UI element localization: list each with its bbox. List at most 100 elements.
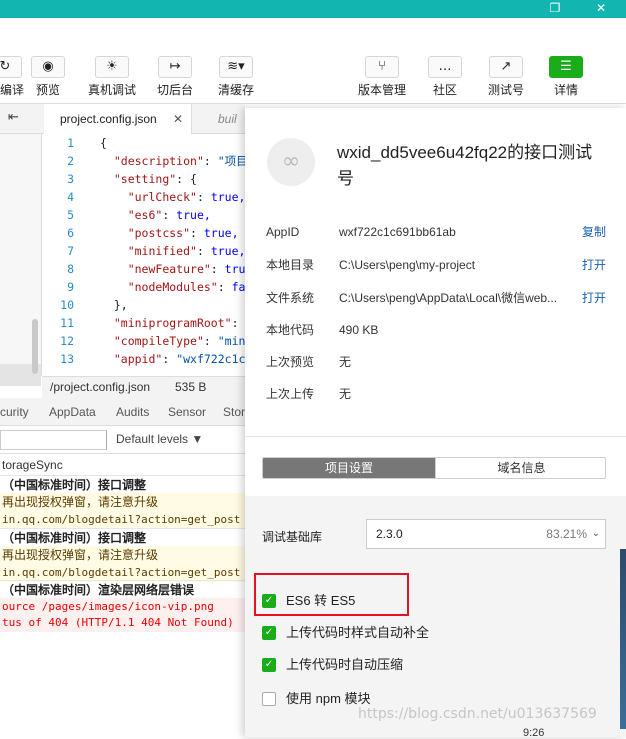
- tab-build[interactable]: buil: [218, 104, 237, 134]
- copy-appid-link[interactable]: 复制: [582, 222, 606, 242]
- tab-security[interactable]: curity: [0, 398, 29, 426]
- tab-domain-info[interactable]: 域名信息: [435, 458, 605, 478]
- panel-scrollbar[interactable]: [620, 549, 626, 729]
- info-key: 文件系统: [266, 291, 315, 305]
- watermark: https://blog.csdn.net/u013637569: [358, 706, 597, 722]
- close-button[interactable]: ✕: [587, 0, 615, 18]
- background-label: 切后台: [156, 83, 193, 97]
- code-editor[interactable]: 1{ 2 "description": "项目配置文件" 3 "setting"…: [42, 134, 245, 376]
- info-value: C:\Users\peng\my-project: [339, 258, 476, 272]
- punct: :: [203, 334, 218, 348]
- restore-button[interactable]: ❐: [541, 0, 569, 18]
- line-number: 5: [67, 208, 74, 222]
- base-library-label: 调试基础库: [262, 530, 323, 544]
- checkbox-checked-icon: ✓: [262, 658, 276, 672]
- info-key: 本地代码: [266, 323, 315, 337]
- console-line: torageSync: [2, 458, 63, 472]
- base-library-select[interactable]: 2.3.0 83.21% ⌄: [366, 519, 606, 549]
- code-line: 7 "minified": true,: [42, 242, 245, 260]
- external-link-icon: ↗: [489, 56, 523, 78]
- json-key: "description": [113, 154, 204, 168]
- tab-audits[interactable]: Audits: [116, 398, 149, 426]
- console-output: torageSync （中国标准时间）接口调整 再出现授权弹窗，请注意升级 in…: [0, 454, 245, 737]
- file-tree-scrollbar[interactable]: [32, 319, 38, 374]
- close-tab-icon[interactable]: ✕: [173, 104, 183, 134]
- details-button[interactable]: ☰ 详情: [541, 56, 591, 98]
- console-line: （中国标准时间）接口调整: [0, 475, 245, 493]
- tab-project-settings[interactable]: 项目设置: [263, 458, 435, 478]
- json-bool: true: [224, 262, 245, 276]
- base-library-percent: 83.21%: [546, 527, 587, 541]
- base-library-version: 2.3.0: [376, 527, 403, 541]
- menu-icon: ☰: [549, 56, 583, 78]
- info-value: 490 KB: [339, 323, 379, 337]
- clear-cache-label: 清缓存: [217, 83, 254, 97]
- taskbar-clock: 9:26: [523, 727, 545, 739]
- background-button[interactable]: ↦ 切后台: [150, 56, 200, 98]
- status-file-size: 535 B: [175, 380, 207, 394]
- tab-appdata[interactable]: AppData: [49, 398, 96, 426]
- console-filter-input[interactable]: [0, 430, 107, 450]
- line-number: 4: [67, 190, 74, 204]
- log-levels-dropdown[interactable]: Default levels ▼: [116, 432, 203, 446]
- arrow-to-line-icon: ↦: [158, 56, 192, 78]
- community-button[interactable]: … 社区: [420, 56, 470, 98]
- preview-button[interactable]: ◉ 预览: [23, 56, 73, 98]
- info-value: C:\Users\peng\AppData\Local\微信web...: [339, 291, 558, 305]
- punct: },: [113, 298, 128, 312]
- account-name: wxid_dd5vee6u42fq22的接口测试号: [337, 143, 593, 188]
- layers-icon: ≋▾: [219, 56, 253, 78]
- code-line: 9 "nodeModules": false: [42, 278, 245, 296]
- punct: :: [162, 352, 177, 366]
- chat-icon: …: [428, 56, 462, 78]
- code-line: 4 "urlCheck": true,: [42, 188, 245, 206]
- json-bool: true,: [210, 244, 245, 258]
- console-line: 再出现授权弹窗，请注意升级: [0, 546, 245, 564]
- console-line[interactable]: in.qq.com/blogdetail?action=get_post: [0, 511, 245, 529]
- title-bar: ❐ ✕: [0, 0, 626, 18]
- version-button[interactable]: ⑂ 版本管理: [357, 56, 407, 98]
- line-number: 9: [67, 280, 74, 294]
- device-debug-button[interactable]: ☀ 真机调试: [87, 56, 137, 98]
- punct: :: [190, 226, 204, 240]
- open-local-dir-link[interactable]: 打开: [582, 255, 606, 275]
- info-row-last-preview: 上次预览 无: [266, 352, 606, 372]
- json-bool: true,: [203, 226, 239, 240]
- eye-icon: ◉: [31, 56, 65, 78]
- clear-cache-button[interactable]: ≋▾ 清缓存: [211, 56, 261, 98]
- test-account-button[interactable]: ↗ 测试号: [481, 56, 531, 98]
- info-row-appid: AppID wxf722c1c691bb61ab 复制: [266, 222, 606, 242]
- info-row-code-size: 本地代码 490 KB: [266, 320, 606, 340]
- test-account-label: 测试号: [487, 83, 524, 97]
- close-icon: ✕: [595, 1, 607, 15]
- json-key: "minified": [127, 244, 197, 258]
- status-file-path: /project.config.json: [50, 380, 151, 394]
- code-line: 3 "setting": {: [42, 170, 245, 188]
- community-label: 社区: [432, 83, 457, 97]
- version-label: 版本管理: [357, 83, 406, 97]
- tab-project-config[interactable]: project.config.json ✕: [44, 104, 192, 134]
- bug-icon: ☀: [95, 56, 129, 78]
- code-line: 2 "description": "项目配置文件": [42, 152, 245, 170]
- info-key: 本地目录: [266, 258, 315, 272]
- json-string: "miniprogram": [217, 334, 245, 348]
- chevron-down-icon: ⌄: [591, 528, 600, 539]
- console-line: 再出现授权弹窗，请注意升级: [0, 493, 245, 511]
- line-number: 6: [67, 226, 74, 240]
- collapse-sidebar-icon[interactable]: ⇤: [8, 110, 19, 125]
- open-filesystem-link[interactable]: 打开: [582, 288, 606, 308]
- tab-label: buil: [218, 112, 237, 126]
- tab-storage[interactable]: Stor: [223, 398, 245, 426]
- info-row-local-dir: 本地目录 C:\Users\peng\my-project 打开: [266, 255, 606, 275]
- info-value: wxf722c1c691bb61ab: [339, 225, 456, 239]
- punct: :: [217, 280, 232, 294]
- info-value: 无: [339, 355, 352, 369]
- tab-sensor[interactable]: Sensor: [168, 398, 206, 426]
- autoprefix-style-checkbox[interactable]: ✓ 上传代码时样式自动补全: [262, 623, 602, 643]
- minify-on-upload-checkbox[interactable]: ✓ 上传代码时自动压缩: [262, 655, 602, 675]
